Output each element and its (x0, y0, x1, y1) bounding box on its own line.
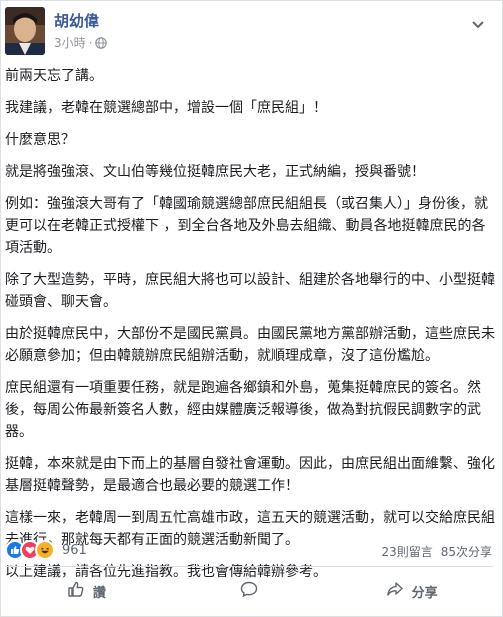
post-paragraph: 挺韓，本來就是由下而上的基層自發社會運動。因此，由庶民組出面維繫、強化基層挺韓聲… (5, 456, 495, 494)
haha-reaction-icon (35, 540, 55, 560)
post-meta: 3小時 · (54, 34, 108, 51)
post-paragraph: 除了大型造勢，平時，庶民組大將也可以設計、組建於各地舉行的中、小型挺韓碰頭會、聊… (5, 272, 495, 310)
share-button[interactable]: 分享 (330, 572, 493, 610)
post-paragraph: 例如：強強滾大哥有了「韓國瑜競選總部庶民組組長（或召集人）」身份後，就更可以在老… (5, 196, 488, 256)
post-paragraph: 就是將強強滾、文山伯等幾位挺韓庶民大老，正式納編，授與番號！ (5, 164, 425, 180)
post-header: 胡幼偉 3小時 · (5, 7, 485, 55)
comment-button[interactable] (168, 572, 331, 610)
like-label: 讚 (92, 585, 106, 601)
thumbs-up-icon (67, 580, 85, 602)
comment-icon (240, 580, 258, 602)
post-paragraph: 我建議，老韓在競選總部中，增設一個「庶民組」！ (5, 100, 327, 116)
share-label: 分享 (411, 585, 438, 601)
avatar[interactable] (5, 7, 45, 55)
reactions-summary[interactable]: 961 (5, 539, 87, 561)
share-count[interactable]: 85次分享 (441, 543, 492, 560)
engagement-counts: 23則留言 85次分享 (381, 543, 492, 560)
post-card: 胡幼偉 3小時 · 前兩天忘了講。 我建議，老韓在競選總部中，增設一個「庶民組」… (0, 0, 503, 617)
post-paragraph: 由於挺韓庶民中，大部份不是國民黨員。由國民黨地方黨部辦活動，這些庶民未必願意參加… (5, 326, 495, 364)
post-body: 前兩天忘了講。 我建議，老韓在競選總部中，增設一個「庶民組」！ 什麼意思？ 就是… (5, 65, 495, 583)
like-button[interactable]: 讚 (5, 572, 168, 610)
chevron-down-icon[interactable] (471, 15, 485, 29)
post-paragraph: 前兩天忘了講。 (5, 68, 103, 84)
post-paragraph: 庶民組還有一項重要任務，就是跑遍各鄉鎮和外島，蒐集挺韓庶民的簽名。然後，每周公佈… (5, 380, 481, 440)
comment-count[interactable]: 23則留言 (381, 543, 432, 560)
divider (5, 566, 493, 567)
globe-icon (95, 36, 108, 49)
post-time[interactable]: 3小時 (54, 34, 86, 51)
post-paragraph: 什麼意思？ (5, 132, 75, 148)
post-actions: 讚 分享 (5, 572, 493, 610)
share-icon (386, 580, 404, 602)
reaction-count: 961 (62, 542, 87, 558)
author-name[interactable]: 胡幼偉 (54, 10, 99, 31)
